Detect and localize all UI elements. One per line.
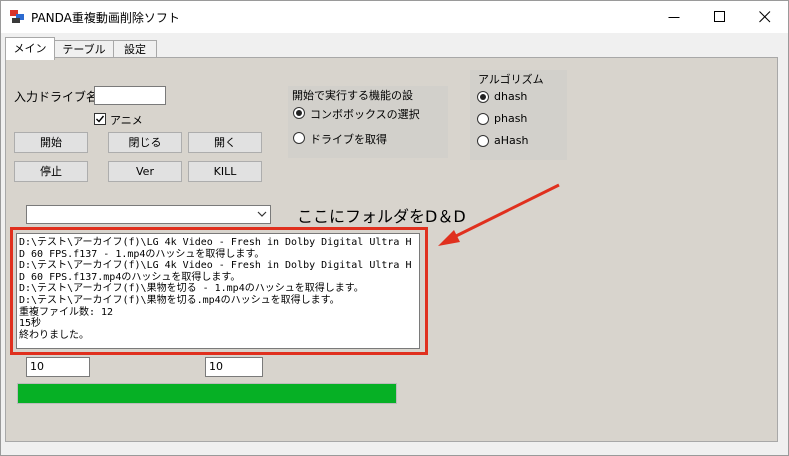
window-title: PANDA重複動画削除ソフト xyxy=(31,11,180,25)
log-line: D:\テスト\アーカイフ(f)\果物を切る - 1.mp4のハッシュを取得します… xyxy=(19,283,364,295)
kill-button[interactable]: KILL xyxy=(188,161,262,182)
algorithm-group-title: アルゴリズム xyxy=(478,73,544,86)
anime-checkbox-label: アニメ xyxy=(110,114,143,127)
radio-ahash[interactable] xyxy=(477,135,489,147)
progress-bar xyxy=(17,383,397,404)
start-function-group: 開始で実行する機能の設 コンボボックスの選択 ドライブを取得 xyxy=(288,86,448,158)
radio-combobox-select-label: コンボボックスの選択 xyxy=(310,108,420,121)
drive-input[interactable] xyxy=(94,86,166,105)
log-line: D:\テスト\アーカイフ(f)\LG 4k Video - Fresh in D… xyxy=(19,237,412,260)
radio-dhash[interactable] xyxy=(477,91,489,103)
minimize-icon xyxy=(668,17,680,18)
radio-phash[interactable] xyxy=(477,113,489,125)
arrow-annotation-icon xyxy=(438,183,560,246)
count-field-left[interactable]: 10 xyxy=(26,357,90,377)
app-window: PANDA重複動画削除ソフト メイン テーブル 設定 入力ドライブ名: アニメ xyxy=(0,0,789,456)
open-button[interactable]: 開く xyxy=(188,132,262,153)
log-line: 重複ファイル数: 12 xyxy=(19,306,114,318)
close-button[interactable] xyxy=(742,1,788,33)
radio-get-drive[interactable] xyxy=(293,132,305,144)
progress-fill xyxy=(18,384,396,403)
maximize-button[interactable] xyxy=(697,1,743,33)
drive-label: 入力ドライブ名: xyxy=(14,90,103,104)
log-line: D:\テスト\アーカイフ(f)\果物を切る.mp4のハッシュを取得します。 xyxy=(19,294,340,306)
title-bar[interactable]: PANDA重複動画削除ソフト xyxy=(1,1,788,33)
close-icon xyxy=(759,11,771,23)
log-textbox[interactable]: D:\テスト\アーカイフ(f)\LG 4k Video - Fresh in D… xyxy=(16,233,420,349)
radio-get-drive-label: ドライブを取得 xyxy=(310,133,387,146)
log-line: D:\テスト\アーカイフ(f)\LG 4k Video - Fresh in D… xyxy=(19,260,412,283)
start-function-group-title: 開始で実行する機能の設 xyxy=(292,89,413,102)
algorithm-group: アルゴリズム dhash phash aHash xyxy=(470,70,567,160)
maximize-icon xyxy=(714,11,725,22)
main-tab-page: 入力ドライブ名: アニメ 開始 閉じる 開く 停止 Ver KILL 開始で実行… xyxy=(5,57,778,442)
radio-ahash-label: aHash xyxy=(494,134,529,147)
minimize-button[interactable] xyxy=(651,1,697,33)
radio-dhash-label: dhash xyxy=(494,90,528,103)
chevron-down-icon[interactable] xyxy=(257,210,267,218)
close-form-button[interactable]: 閉じる xyxy=(108,132,182,153)
ver-button[interactable]: Ver xyxy=(108,161,182,182)
radio-phash-label: phash xyxy=(494,112,528,125)
anime-checkbox[interactable] xyxy=(94,113,106,125)
tab-main[interactable]: メイン xyxy=(5,37,55,60)
folder-combobox[interactable] xyxy=(26,205,271,224)
start-button[interactable]: 開始 xyxy=(14,132,88,153)
log-line: 15秒 xyxy=(19,318,42,330)
log-line: 終わりました。 xyxy=(19,329,89,341)
count-field-right[interactable]: 10 xyxy=(205,357,263,377)
client-area: メイン テーブル 設定 入力ドライブ名: アニメ 開始 閉じる 開く 停止 Ve… xyxy=(1,33,788,455)
checkmark-icon xyxy=(96,115,105,123)
stop-button[interactable]: 停止 xyxy=(14,161,88,182)
app-icon xyxy=(10,10,24,23)
radio-combobox-select[interactable] xyxy=(293,107,305,119)
